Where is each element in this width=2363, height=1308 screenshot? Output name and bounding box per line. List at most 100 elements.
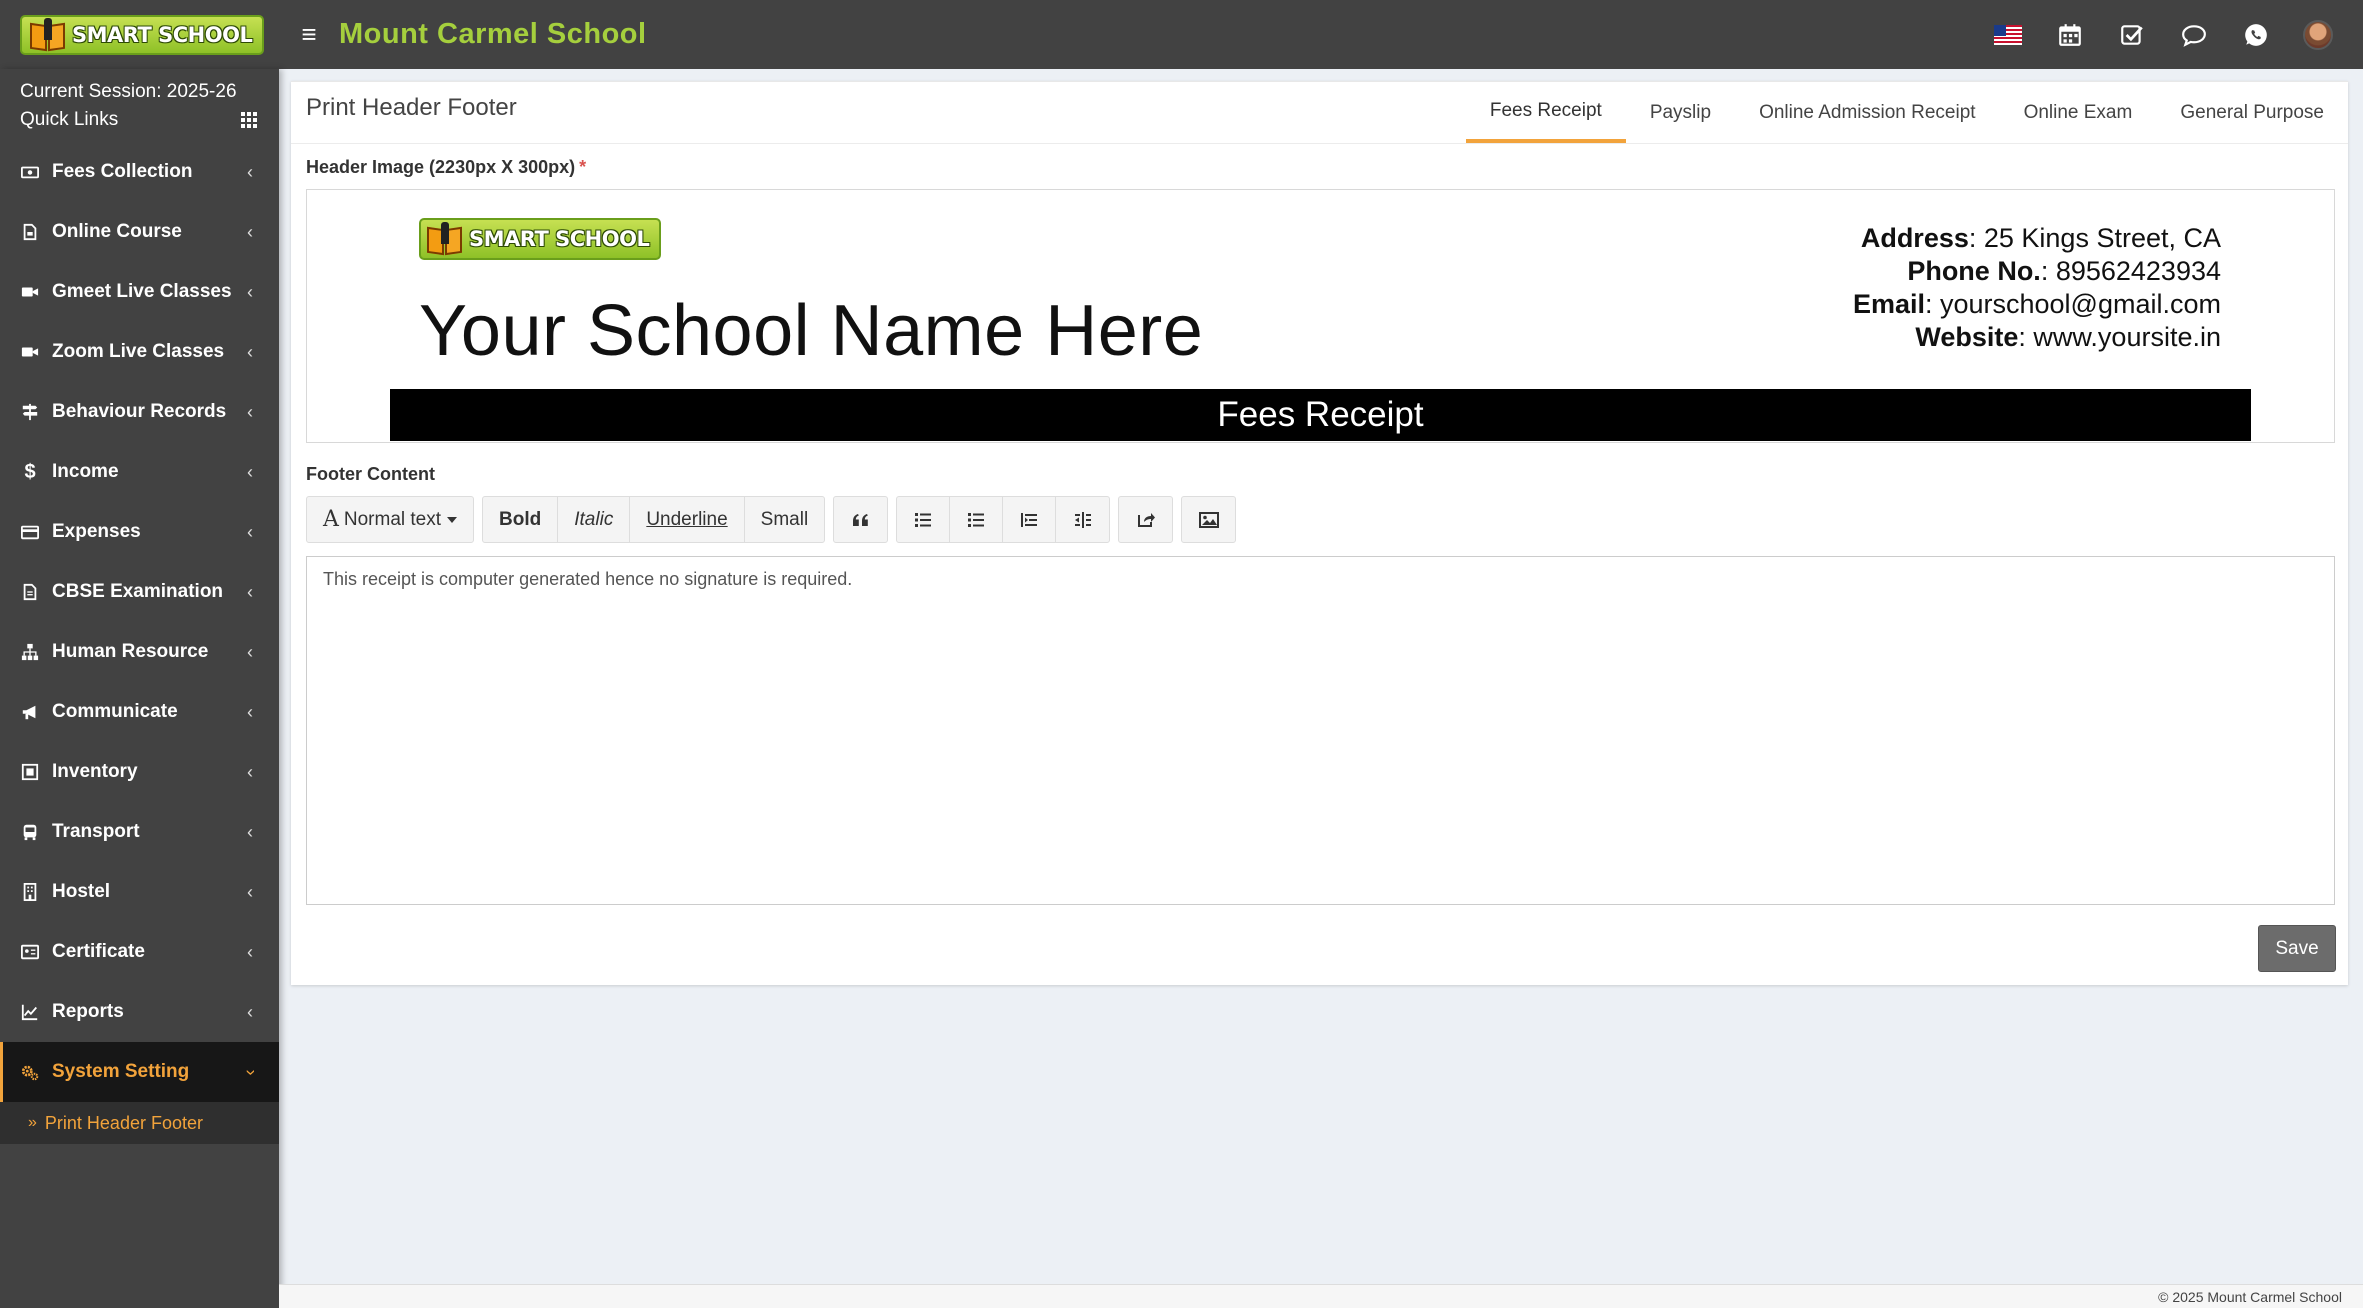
sidebar: Current Session: 2025-26 Quick Links Fee… <box>0 69 279 1308</box>
chevron-left-icon: ‹ <box>247 761 253 782</box>
file-icon <box>20 582 40 602</box>
sidebar-item-hostel[interactable]: Hostel ‹ <box>0 862 279 922</box>
school-name: Mount Carmel School <box>339 18 647 50</box>
tab-payslip[interactable]: Payslip <box>1626 82 1735 143</box>
checkbox-icon[interactable] <box>2101 0 2163 69</box>
link-button[interactable] <box>1119 497 1172 542</box>
gears-icon <box>20 1062 40 1082</box>
sidebar-item-inventory[interactable]: Inventory ‹ <box>0 742 279 802</box>
top-navbar: SMART SCHOOL ≡ Mount Carmel School <box>0 0 2363 69</box>
sidebar-item-gmeet-live-classes[interactable]: Gmeet Live Classes ‹ <box>0 262 279 322</box>
chevron-left-icon: ‹ <box>247 641 253 662</box>
print-header-footer-panel: Print Header Footer Fees Receipt Payslip… <box>291 81 2348 985</box>
logo-text: SMART SCHOOL <box>72 22 253 47</box>
sidebar-item-cbse-examination[interactable]: CBSE Examination ‹ <box>0 562 279 622</box>
bold-button[interactable]: Bold <box>483 497 559 542</box>
sitemap-icon <box>20 642 40 662</box>
sidebar-item-label: Behaviour Records <box>52 401 227 422</box>
sidebar-item-communicate[interactable]: Communicate ‹ <box>0 682 279 742</box>
text-style-dropdown[interactable]: A Normal text <box>307 497 473 542</box>
list-ol-icon <box>968 512 985 527</box>
bullhorn-icon <box>20 702 40 722</box>
indent-icon <box>1074 511 1091 528</box>
sidebar-item-human-resource[interactable]: Human Resource ‹ <box>0 622 279 682</box>
list-ul-icon <box>915 512 932 527</box>
sidebar-item-reports[interactable]: Reports ‹ <box>0 982 279 1042</box>
small-button[interactable]: Small <box>745 497 825 542</box>
bus-icon <box>20 822 40 842</box>
header-image-label: Header Image (2230px X 300px) * <box>306 157 586 178</box>
header-contact-block: Address: 25 Kings Street, CA Phone No.: … <box>1853 222 2221 354</box>
tab-bar: Fees Receipt Payslip Online Admission Re… <box>1465 82 2348 143</box>
sidebar-item-label: Expenses <box>52 521 141 542</box>
toolbar-group-format: A Normal text <box>306 496 475 543</box>
logo-badge: SMART SCHOOL <box>20 14 265 55</box>
tab-fees-receipt[interactable]: Fees Receipt <box>1465 82 1626 143</box>
chat-bubble-icon[interactable] <box>2163 0 2225 69</box>
sidebar-item-online-course[interactable]: Online Course ‹ <box>0 202 279 262</box>
indent-button[interactable] <box>1056 497 1109 542</box>
dollar-icon: $ <box>24 460 36 483</box>
sidebar-item-expenses[interactable]: Expenses ‹ <box>0 502 279 562</box>
us-flag-icon[interactable] <box>1977 0 2039 69</box>
quote-button[interactable] <box>834 497 887 542</box>
user-avatar[interactable] <box>2287 0 2349 69</box>
ordered-list-button[interactable] <box>950 497 1004 542</box>
money-icon <box>20 162 40 182</box>
page-title: Print Header Footer <box>306 94 517 121</box>
header-receipt-band: Fees Receipt <box>390 389 2251 441</box>
tab-online-exam[interactable]: Online Exam <box>2000 82 2157 143</box>
sidebar-subitem-print-header-footer[interactable]: » Print Header Footer <box>0 1102 279 1144</box>
header-website: Website: www.yoursite.in <box>1915 322 2221 352</box>
tab-online-admission-receipt[interactable]: Online Admission Receipt <box>1735 82 2000 143</box>
sidebar-item-label: Human Resource <box>52 641 209 662</box>
top-icons <box>1977 0 2349 69</box>
insert-image-button[interactable] <box>1182 497 1235 542</box>
unordered-list-button[interactable] <box>897 497 951 542</box>
sidebar-item-system-setting[interactable]: System Setting ‹ <box>0 1042 279 1102</box>
sidebar-item-behaviour-records[interactable]: Behaviour Records ‹ <box>0 382 279 442</box>
chevron-left-icon: ‹ <box>247 821 253 842</box>
footer-content-editor[interactable]: This receipt is computer generated hence… <box>306 556 2335 905</box>
header-email: Email: yourschool@gmail.com <box>1852 289 2221 319</box>
chevron-down-icon: ‹ <box>239 1069 260 1075</box>
sidebar-item-label: Income <box>52 461 119 482</box>
video-icon <box>20 282 40 302</box>
toolbar-group-quote <box>833 496 889 543</box>
chevron-left-icon: ‹ <box>247 941 253 962</box>
save-button[interactable]: Save <box>2258 925 2336 972</box>
sidebar-item-zoom-live-classes[interactable]: Zoom Live Classes ‹ <box>0 322 279 382</box>
calendar-icon[interactable] <box>2039 0 2101 69</box>
font-icon: A <box>323 507 339 532</box>
toolbar-group-link <box>1118 496 1174 543</box>
grid-icon[interactable] <box>241 112 259 128</box>
underline-button[interactable]: Underline <box>630 497 745 542</box>
tab-general-purpose[interactable]: General Purpose <box>2156 82 2348 143</box>
sidebar-item-label: Certificate <box>52 941 145 962</box>
sidebar-item-label: Communicate <box>52 701 178 722</box>
share-icon <box>1137 512 1155 527</box>
chevron-left-icon: ‹ <box>247 161 253 182</box>
hamburger-menu-icon[interactable]: ≡ <box>279 19 339 50</box>
whatsapp-icon[interactable] <box>2225 0 2287 69</box>
chevron-left-icon: ‹ <box>247 521 253 542</box>
required-mark: * <box>579 157 587 177</box>
app-logo[interactable]: SMART SCHOOL <box>0 0 279 69</box>
quick-links[interactable]: Quick Links <box>0 103 279 137</box>
sidebar-item-label: Gmeet Live Classes <box>52 281 232 302</box>
italic-button[interactable]: Italic <box>558 497 631 542</box>
chevron-left-icon: ‹ <box>247 701 253 722</box>
sidebar-item-certificate[interactable]: Certificate ‹ <box>0 922 279 982</box>
header-logo-text: SMART SCHOOL <box>469 227 650 251</box>
footer-content-label: Footer Content <box>306 464 435 484</box>
chevron-left-icon: ‹ <box>247 581 253 602</box>
outdent-button[interactable] <box>1003 497 1057 542</box>
sidebar-item-label: Hostel <box>52 881 111 902</box>
quick-links-label: Quick Links <box>20 109 119 130</box>
sidebar-item-fees-collection[interactable]: Fees Collection ‹ <box>0 142 279 202</box>
chevron-left-icon: ‹ <box>247 461 253 482</box>
sidebar-item-label: Online Course <box>52 221 182 242</box>
sidebar-item-income[interactable]: $ Income ‹ <box>0 442 279 502</box>
header-image-preview[interactable]: SMART SCHOOL Your School Name Here Addre… <box>306 189 2335 443</box>
sidebar-item-transport[interactable]: Transport ‹ <box>0 802 279 862</box>
